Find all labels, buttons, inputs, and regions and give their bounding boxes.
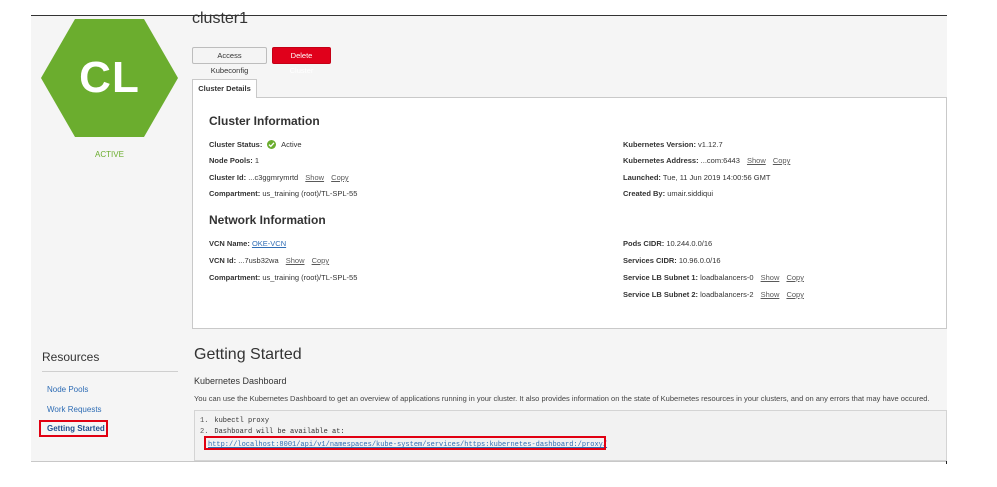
kubernetes-dashboard-subtitle: Kubernetes Dashboard	[194, 376, 287, 386]
network-information-title: Network Information	[209, 213, 326, 227]
bottom-border	[31, 461, 947, 462]
launched-row: Launched: Tue, 11 Jun 2019 14:00:56 GMT	[623, 173, 770, 182]
vcn-id-show-link[interactable]: Show	[286, 256, 305, 265]
cluster-initials: CL	[79, 53, 140, 102]
field-label: VCN Name:	[209, 239, 250, 248]
vcn-name-row: VCN Name: OKE-VCN	[209, 239, 286, 248]
vcn-id-copy-link[interactable]: Copy	[312, 256, 330, 265]
kubernetes-address-show-link[interactable]: Show	[747, 156, 766, 165]
services-cidr-row: Services CIDR: 10.96.0.0/16	[623, 256, 721, 265]
field-label: Cluster Status:	[209, 140, 263, 149]
cluster-state: ACTIVE	[95, 150, 124, 159]
compartment-row: Compartment: us_training (root)/TL-SPL-5…	[209, 189, 357, 198]
kubernetes-address-value: ...com:6443	[700, 156, 740, 165]
cluster-id-show-link[interactable]: Show	[305, 173, 324, 182]
code-line: 2. Dashboard will be available at:	[200, 428, 345, 436]
code-line: 1. kubectl proxy	[200, 417, 269, 425]
line-number: 1.	[200, 417, 209, 425]
line-number: 2.	[200, 428, 209, 436]
kubernetes-version-row: Kubernetes Version: v1.12.7	[623, 140, 723, 149]
lb-subnet-1-row: Service LB Subnet 1: loadbalancers-0 Sho…	[623, 273, 804, 282]
vcn-name-link[interactable]: OKE-VCN	[252, 239, 286, 248]
field-label: VCN Id:	[209, 256, 237, 265]
page-title: cluster1	[192, 10, 249, 27]
code-text: kubectl proxy	[214, 417, 270, 425]
getting-started-title: Getting Started	[194, 346, 302, 363]
kubernetes-address-row: Kubernetes Address: ...com:6443 Show Cop…	[623, 156, 790, 165]
top-border	[31, 15, 947, 16]
cluster-hexagon-icon: CL	[41, 19, 178, 137]
lb-subnet-2-row: Service LB Subnet 2: loadbalancers-2 Sho…	[623, 290, 804, 299]
vcn-id-value: ...7usb32wa	[238, 256, 279, 265]
access-kubeconfig-button[interactable]: Access Kubeconfig	[192, 47, 267, 75]
field-label: Compartment:	[209, 189, 261, 198]
cluster-id-value: ...c3ggmrymrtd	[248, 173, 299, 182]
code-text: Dashboard will be available at:	[214, 428, 345, 436]
field-label: Compartment:	[209, 273, 261, 282]
services-cidr-value: 10.96.0.0/16	[678, 256, 721, 265]
pods-cidr-value: 10.244.0.0/16	[666, 239, 713, 248]
field-label: Created By:	[623, 189, 666, 198]
network-compartment-value: us_training (root)/TL-SPL-55	[262, 273, 358, 282]
lb-subnet-1-value: loadbalancers-0	[700, 273, 754, 282]
node-pools-row: Node Pools: 1	[209, 156, 259, 165]
kubernetes-version-value: v1.12.7	[698, 140, 723, 149]
tab-cluster-details[interactable]: Cluster Details	[192, 79, 257, 98]
resources-title: Resources	[42, 350, 100, 364]
created-by-value: umair.siddiqui	[667, 189, 714, 198]
compartment-value: us_training (root)/TL-SPL-55	[262, 189, 358, 198]
field-label: Kubernetes Version:	[623, 140, 696, 149]
field-label: Service LB Subnet 1:	[623, 273, 699, 282]
cluster-status-row: Cluster Status: Active	[209, 140, 302, 149]
lb-subnet-2-copy-link[interactable]: Copy	[786, 290, 804, 299]
lb-subnet-1-copy-link[interactable]: Copy	[786, 273, 804, 282]
kubernetes-address-copy-link[interactable]: Copy	[773, 156, 791, 165]
highlight-box-dashboard-url	[204, 436, 606, 450]
cluster-information-title: Cluster Information	[209, 114, 320, 128]
node-pools-value: 1	[254, 156, 260, 165]
cluster-id-row: Cluster Id: ...c3ggmrymrtd Show Copy	[209, 173, 349, 182]
launched-value: Tue, 11 Jun 2019 14:00:56 GMT	[662, 173, 771, 182]
resource-link-node-pools[interactable]: Node Pools	[47, 385, 88, 394]
cluster-status-value: Active	[281, 140, 302, 149]
created-by-row: Created By: umair.siddiqui	[623, 189, 713, 198]
vcn-id-row: VCN Id: ...7usb32wa Show Copy	[209, 256, 329, 265]
network-compartment-row: Compartment: us_training (root)/TL-SPL-5…	[209, 273, 357, 282]
pods-cidr-row: Pods CIDR: 10.244.0.0/16	[623, 239, 712, 248]
lb-subnet-2-show-link[interactable]: Show	[761, 290, 780, 299]
divider	[42, 371, 178, 372]
resource-link-work-requests[interactable]: Work Requests	[47, 405, 102, 414]
lb-subnet-1-show-link[interactable]: Show	[761, 273, 780, 282]
field-label: Services CIDR:	[623, 256, 677, 265]
cluster-id-copy-link[interactable]: Copy	[331, 173, 349, 182]
highlight-box-getting-started	[39, 420, 108, 437]
check-circle-icon	[267, 140, 277, 149]
field-label: Kubernetes Address:	[623, 156, 699, 165]
lb-subnet-2-value: loadbalancers-2	[700, 290, 754, 299]
delete-cluster-button[interactable]: Delete Cluster	[272, 47, 331, 75]
field-label: Launched:	[623, 173, 661, 182]
getting-started-description: You can use the Kubernetes Dashboard to …	[194, 394, 930, 403]
field-label: Service LB Subnet 2:	[623, 290, 699, 299]
field-label: Pods CIDR:	[623, 239, 665, 248]
field-label: Node Pools:	[209, 156, 253, 165]
field-label: Cluster Id:	[209, 173, 247, 182]
